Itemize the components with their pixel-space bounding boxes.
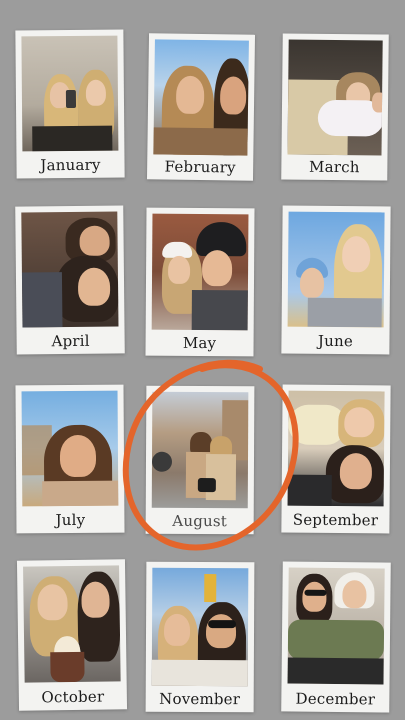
polaroid-april[interactable]: April: [15, 205, 125, 355]
month-label: November: [159, 689, 241, 709]
photo-july: [21, 390, 119, 507]
polaroid-september[interactable]: September: [281, 384, 391, 534]
month-label: July: [55, 510, 86, 530]
polaroid-may[interactable]: May: [145, 207, 255, 357]
photo-march: [287, 39, 383, 156]
polaroid-march[interactable]: March: [281, 33, 389, 181]
month-label: September: [292, 510, 379, 530]
polaroid-december[interactable]: December: [281, 561, 391, 713]
month-label: March: [308, 157, 360, 177]
month-label: February: [164, 157, 236, 177]
polaroid-november[interactable]: November: [145, 561, 255, 713]
month-label: October: [41, 687, 105, 707]
photo-february: [153, 39, 249, 156]
month-label: May: [182, 333, 217, 353]
polaroid-january[interactable]: January: [15, 29, 125, 179]
polaroid-february[interactable]: February: [146, 33, 256, 181]
month-label: December: [295, 689, 376, 709]
photo-january: [21, 35, 119, 152]
photo-december: [287, 567, 385, 685]
photo-september: [287, 390, 385, 507]
month-label: April: [51, 331, 90, 351]
polaroid-august[interactable]: August: [145, 385, 255, 535]
month-label: June: [317, 331, 354, 351]
polaroid-june[interactable]: June: [281, 205, 391, 355]
photo-november: [151, 567, 249, 687]
month-label: January: [40, 155, 101, 175]
polaroid-july[interactable]: July: [15, 384, 125, 534]
photo-october: [23, 565, 121, 683]
photo-may: [151, 213, 249, 331]
month-label: August: [172, 511, 228, 531]
photo-august: [151, 391, 249, 509]
polaroid-october[interactable]: October: [16, 559, 128, 711]
photo-april: [21, 211, 119, 328]
photo-june: [287, 211, 385, 328]
